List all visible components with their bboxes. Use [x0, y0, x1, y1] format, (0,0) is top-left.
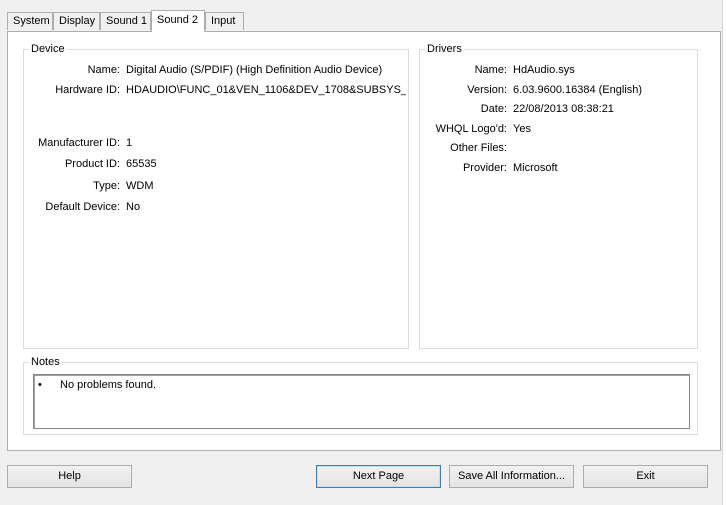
- notes-group-title: Notes: [29, 355, 62, 369]
- drivers-group-title: Drivers: [425, 42, 464, 56]
- default-device-label: Default Device:: [45, 201, 120, 213]
- default-device-value: No: [126, 201, 141, 213]
- help-button[interactable]: Help: [7, 465, 132, 488]
- driver-name-value: HdAudio.sys: [513, 64, 575, 76]
- driver-date-label: Date:: [480, 103, 507, 115]
- notes-textbox[interactable]: • No problems found.: [33, 374, 690, 429]
- whql-label: WHQL Logo'd:: [435, 123, 507, 135]
- save-all-information-button[interactable]: Save All Information...: [449, 465, 574, 488]
- manufacturer-id-value: 1: [126, 137, 133, 149]
- next-page-button[interactable]: Next Page: [316, 465, 441, 488]
- provider-label: Provider:: [462, 162, 507, 174]
- driver-name-label: Name:: [474, 64, 507, 76]
- product-id-label: Product ID:: [64, 158, 120, 170]
- device-name-value: Digital Audio (S/PDIF) (High Definition …: [126, 64, 383, 76]
- product-id-value: 65535: [126, 158, 157, 170]
- type-value: WDM: [126, 180, 154, 192]
- window-edge: [722, 0, 726, 505]
- manufacturer-id-label: Manufacturer ID:: [38, 137, 120, 149]
- notes-group: Notes • No problems found.: [23, 355, 698, 435]
- notes-text: No problems found.: [60, 379, 156, 391]
- notes-bullet: •: [38, 379, 42, 391]
- driver-version-value: 6.03.9600.16384 (English): [513, 84, 643, 96]
- tab-display[interactable]: Display: [53, 12, 100, 30]
- whql-value: Yes: [513, 123, 531, 135]
- driver-version-label: Version:: [467, 84, 507, 96]
- tab-input[interactable]: Input: [205, 12, 244, 30]
- device-group-title: Device: [29, 42, 67, 56]
- type-label: Type:: [93, 180, 120, 192]
- tab-sound-1[interactable]: Sound 1: [100, 12, 151, 30]
- drivers-group: Drivers Name: HdAudio.sys Version: 6.03.…: [419, 42, 698, 349]
- hardware-id-label: Hardware ID:: [55, 84, 120, 96]
- other-files-label: Other Files:: [450, 142, 507, 154]
- tab-system[interactable]: System: [7, 12, 53, 30]
- tab-sound-2[interactable]: Sound 2: [151, 10, 205, 32]
- tab-panel: Device Name: Digital Audio (S/PDIF) (Hig…: [7, 31, 721, 451]
- exit-button[interactable]: Exit: [583, 465, 708, 488]
- driver-date-value: 22/08/2013 08:38:21: [513, 103, 614, 115]
- device-group: Device Name: Digital Audio (S/PDIF) (Hig…: [23, 42, 409, 349]
- device-name-label: Name:: [87, 64, 120, 76]
- provider-value: Microsoft: [513, 162, 558, 174]
- hardware-id-value: HDAUDIO\FUNC_01&VEN_1106&DEV_1708&SUBSYS…: [126, 84, 406, 96]
